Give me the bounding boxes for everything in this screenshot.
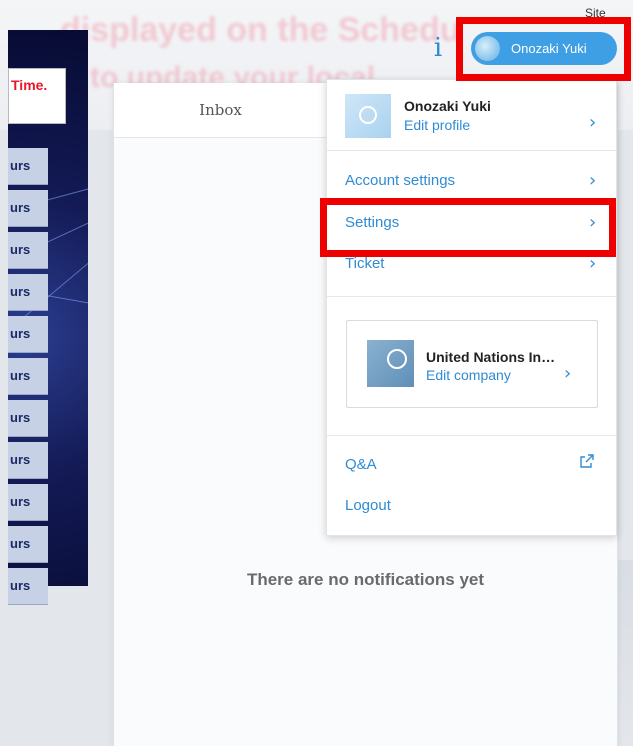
background-list-item: urs [8, 148, 48, 185]
background-list-item: urs [8, 484, 48, 521]
menu-item-account-settings[interactable]: Account settings [345, 172, 455, 189]
profile-avatar [345, 94, 391, 138]
background-list-item: urs [8, 442, 48, 479]
menu-item-logout[interactable]: Logout [345, 497, 391, 514]
background-list-item: urs [8, 568, 48, 605]
profile-name: Onozaki Yuki [404, 98, 491, 114]
company-logo [367, 340, 414, 387]
edit-company-link[interactable]: Edit company [426, 367, 511, 383]
company-name: United Nations In… [426, 349, 556, 365]
highlight-settings-item [320, 198, 616, 257]
user-dropdown-menu: Onozaki Yuki Edit profile › Account sett… [326, 79, 617, 536]
background-list-item: urs [8, 232, 48, 269]
external-link-icon [580, 454, 594, 468]
chevron-right-icon: › [589, 112, 597, 133]
background-list-item: urs [8, 190, 48, 227]
background-list-item: urs [8, 358, 48, 395]
background-notice-box: Time. [8, 68, 66, 124]
chevron-right-icon: › [589, 170, 597, 191]
company-card[interactable]: United Nations In… Edit company › [346, 320, 598, 408]
menu-divider [327, 435, 616, 436]
tab-inbox[interactable]: Inbox [114, 83, 327, 137]
info-icon[interactable]: i [425, 32, 451, 64]
background-list-item: urs [8, 526, 48, 563]
background-list-item: urs [8, 274, 48, 311]
menu-item-ticket[interactable]: Ticket [345, 255, 384, 272]
notifications-empty-message: There are no notifications yet [246, 570, 485, 589]
edit-profile-link[interactable]: Edit profile [404, 117, 470, 133]
background-list-item: urs [8, 316, 48, 353]
background-left-list: urs urs urs urs urs urs urs urs urs urs … [8, 148, 48, 610]
background-notice-text: Time. [11, 77, 48, 93]
chevron-right-icon: › [564, 363, 572, 384]
highlight-user-button [456, 17, 631, 81]
background-list-item: urs [8, 400, 48, 437]
menu-profile-row[interactable]: Onozaki Yuki Edit profile › [327, 80, 616, 151]
menu-divider [327, 296, 616, 297]
menu-item-qa[interactable]: Q&A [345, 456, 377, 473]
